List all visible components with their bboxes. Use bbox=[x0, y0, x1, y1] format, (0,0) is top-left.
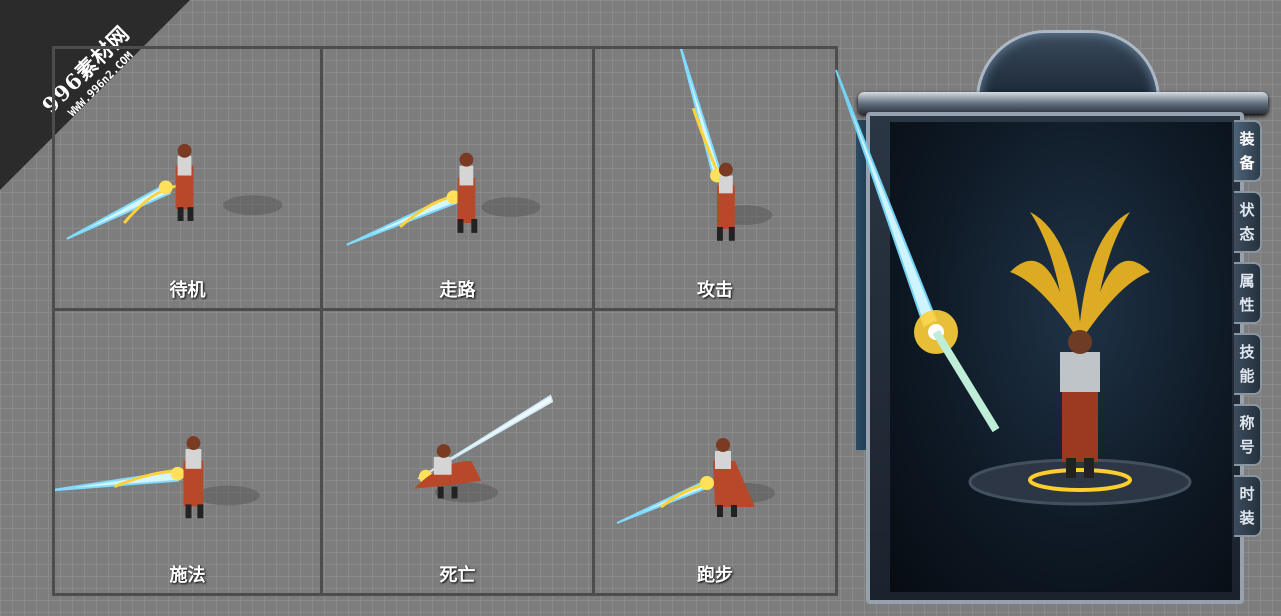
animation-cell-attack: 攻击 bbox=[595, 49, 835, 311]
animation-cell-cast: 施法 bbox=[55, 311, 323, 593]
animation-cell-death: 死亡 bbox=[323, 311, 595, 593]
animation-label: 跑步 bbox=[697, 565, 733, 586]
tab-char-1: 状 bbox=[1239, 201, 1255, 219]
walk-sprite bbox=[346, 152, 541, 246]
attack-sprite bbox=[679, 49, 773, 241]
animation-label: 施法 bbox=[169, 565, 206, 586]
animation-label: 待机 bbox=[169, 280, 206, 301]
animation-cell-run: 跑步 bbox=[595, 311, 835, 593]
tab-char-1: 时 bbox=[1239, 485, 1255, 503]
tab-attributes[interactable]: 属性 bbox=[1234, 262, 1262, 324]
animation-cell-walk: 走路 bbox=[323, 49, 595, 311]
tab-char-1: 技 bbox=[1239, 343, 1255, 361]
animation-label: 死亡 bbox=[439, 565, 476, 586]
sword-icon bbox=[835, 69, 1000, 433]
tab-char-2: 备 bbox=[1239, 154, 1255, 172]
tab-equipment[interactable]: 装备 bbox=[1234, 120, 1262, 182]
tab-char-2: 装 bbox=[1239, 509, 1255, 527]
panel-tabs: 装备 状态 属性 技能 称号 时装 bbox=[1234, 120, 1264, 546]
animation-grid: 待机 走路 攻击 施法 死亡 跑步 bbox=[52, 46, 838, 596]
tab-fashion[interactable]: 时装 bbox=[1234, 475, 1262, 537]
tab-char-1: 称 bbox=[1239, 414, 1255, 432]
animation-cell-idle: 待机 bbox=[55, 49, 323, 311]
character-panel: 装备 状态 属性 技能 称号 时装 bbox=[835, 30, 1268, 604]
tab-char-1: 属 bbox=[1239, 272, 1255, 290]
tab-title[interactable]: 称号 bbox=[1234, 404, 1262, 466]
tab-char-2: 能 bbox=[1239, 367, 1255, 385]
death-sprite bbox=[413, 394, 554, 503]
tab-char-2: 性 bbox=[1239, 296, 1255, 314]
run-sprite bbox=[616, 438, 775, 524]
tab-status[interactable]: 状态 bbox=[1234, 191, 1262, 253]
animation-label: 走路 bbox=[439, 280, 476, 301]
tab-char-2: 号 bbox=[1239, 438, 1255, 456]
tab-char-1: 装 bbox=[1239, 130, 1255, 148]
cast-sprite bbox=[55, 436, 260, 519]
animation-label: 攻击 bbox=[697, 280, 733, 301]
idle-sprite bbox=[66, 143, 283, 240]
tab-char-2: 态 bbox=[1239, 225, 1255, 243]
tab-skills[interactable]: 技能 bbox=[1234, 333, 1262, 395]
